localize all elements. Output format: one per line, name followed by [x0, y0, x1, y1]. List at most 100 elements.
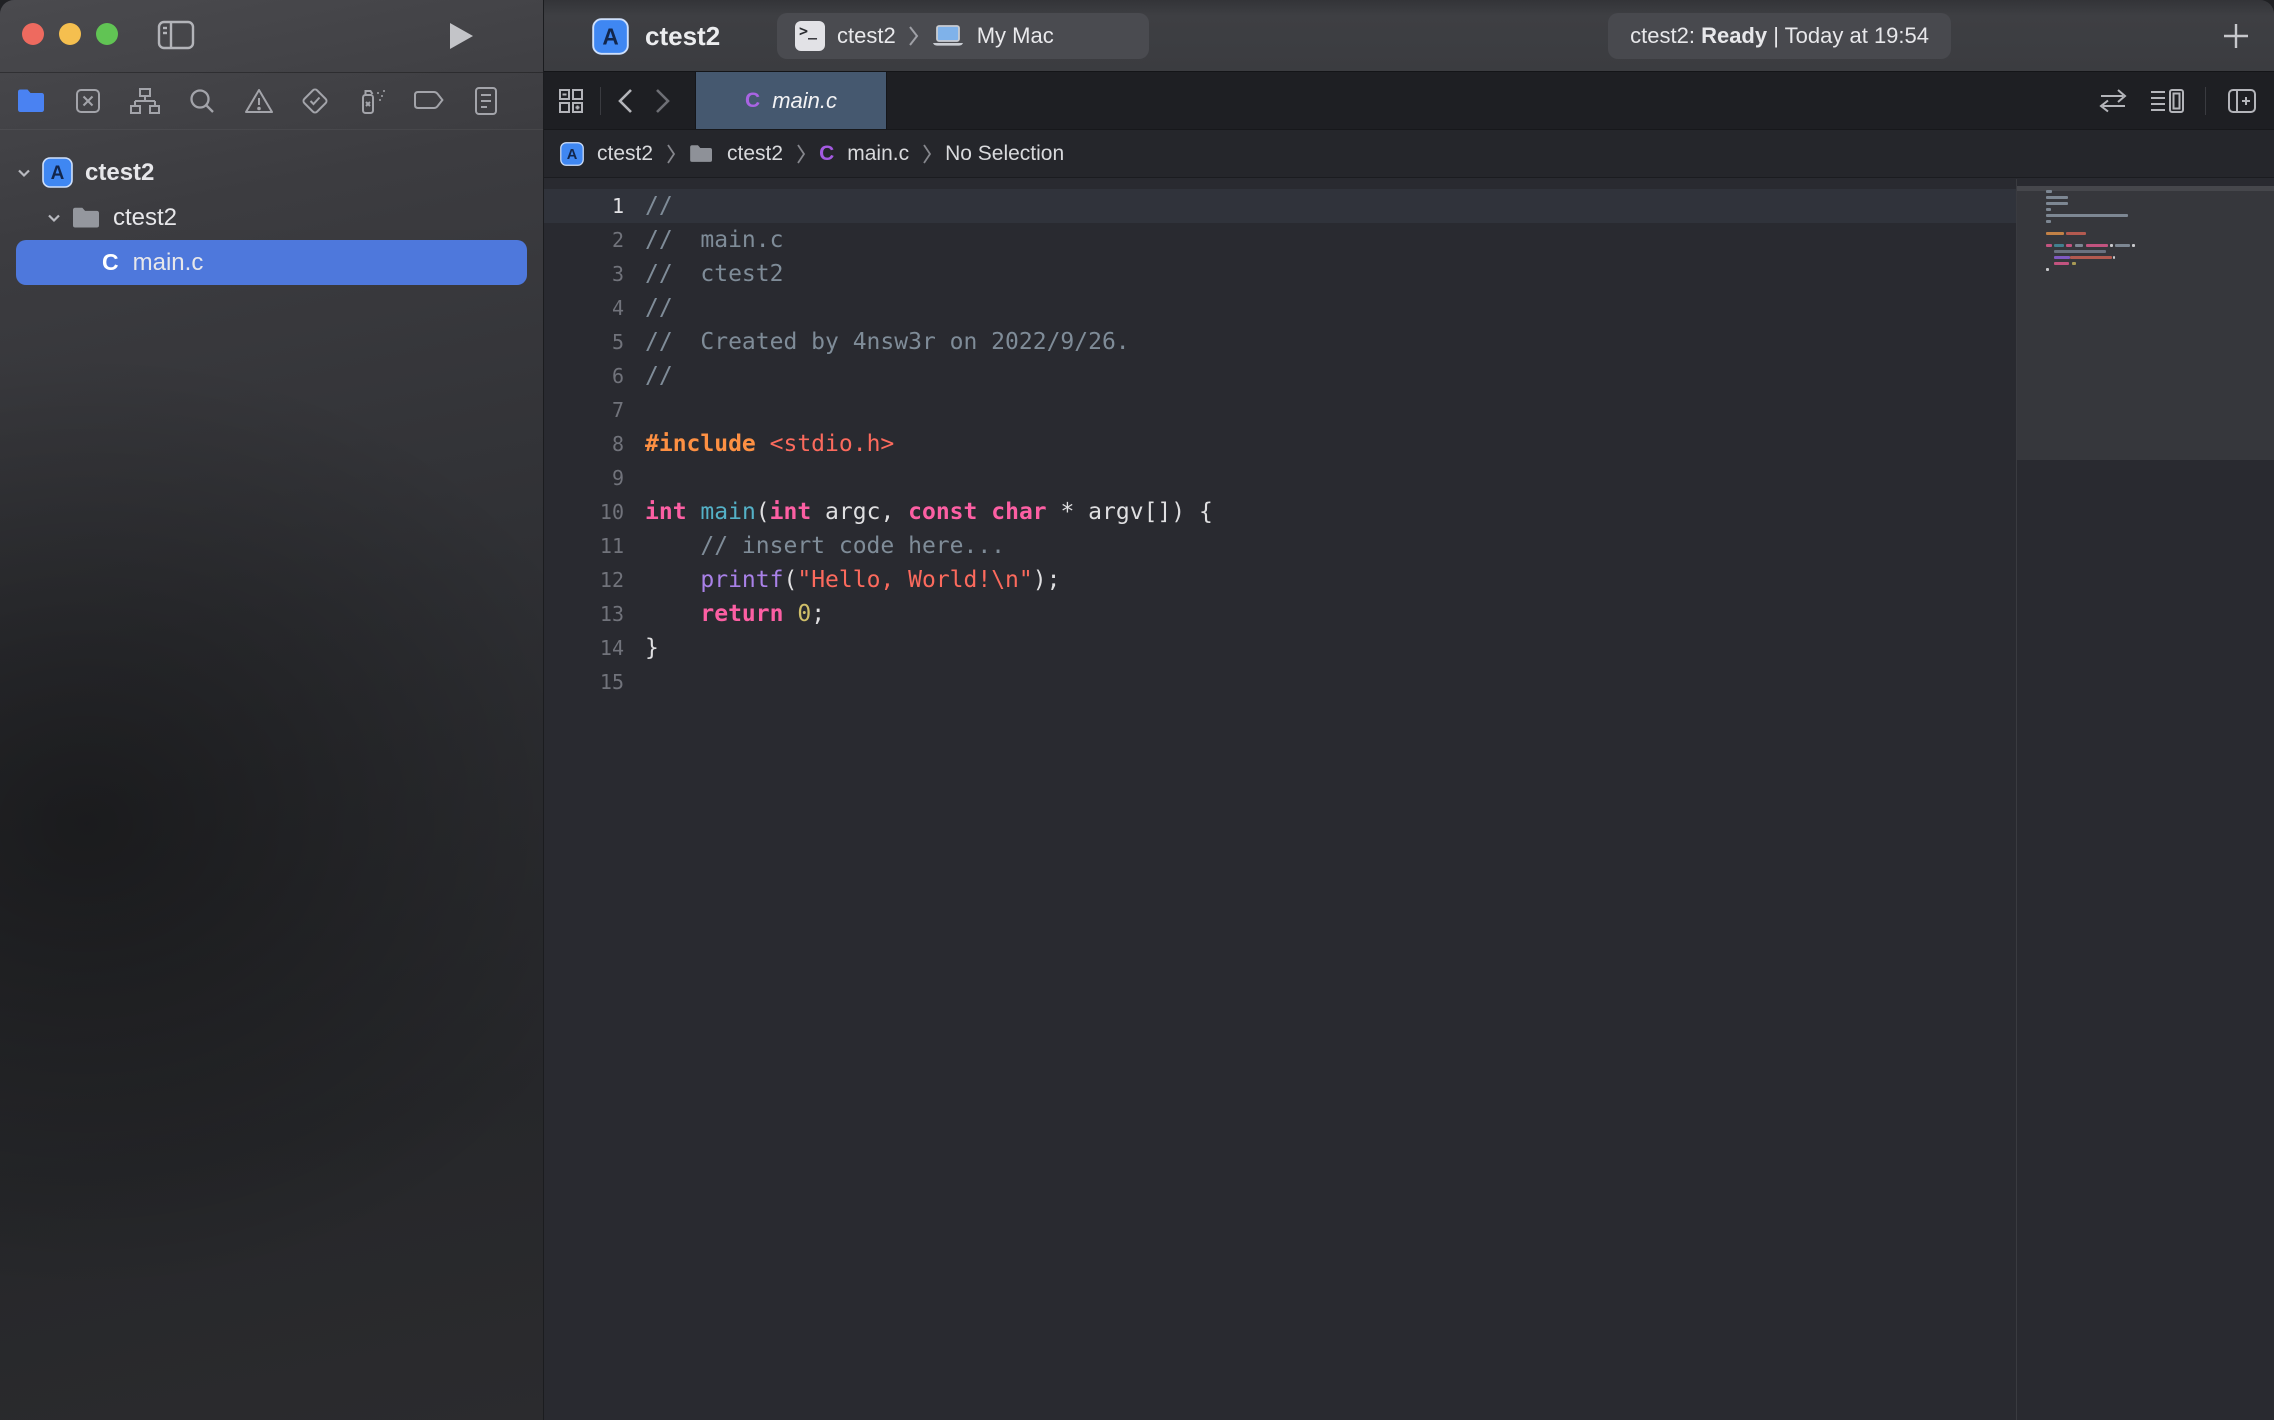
code-line: 5 // Created by 4nsw3r on 2022/9/26.	[544, 325, 2016, 359]
minimap-line-bar	[2115, 244, 2130, 247]
disclosure-chevron-icon[interactable]	[16, 165, 32, 181]
code-line: 1 //	[544, 189, 2016, 223]
code-line: 15	[544, 665, 2016, 699]
code-line: 12 printf("Hello, World!\n");	[544, 563, 2016, 597]
symbol-navigator-icon[interactable]	[128, 84, 162, 118]
jumpbar-selection[interactable]: No Selection	[945, 142, 1064, 166]
code-line: 7	[544, 393, 2016, 427]
tree-item-project-ctest2[interactable]: A ctest2	[0, 150, 543, 195]
forward-button-icon[interactable]	[651, 87, 673, 115]
minimap-viewport[interactable]	[2017, 186, 2274, 460]
line-number[interactable]: 8	[544, 432, 624, 456]
minimap-line-bar	[2054, 244, 2064, 247]
c-file-type-icon: C	[102, 249, 119, 276]
minimap-line-bar	[2046, 268, 2049, 271]
code-review-icon[interactable]	[2097, 88, 2129, 114]
minimap-line-bar	[2110, 244, 2113, 247]
add-button[interactable]	[2220, 20, 2252, 52]
code-text[interactable]: //	[645, 295, 673, 321]
tab-controls	[544, 72, 687, 129]
project-app-icon: A	[42, 157, 73, 188]
code-text[interactable]: printf("Hello, World!\n");	[645, 567, 1060, 593]
minimap-line-bar	[2072, 262, 2076, 265]
editor-options-icon[interactable]	[2149, 87, 2185, 115]
breakpoint-navigator-icon[interactable]	[412, 84, 446, 118]
tree-item-file-main-c[interactable]: C main.c	[16, 240, 527, 285]
status-state: Ready	[1701, 23, 1767, 49]
status-time: | Today at 19:54	[1767, 23, 1929, 49]
close-window-button[interactable]	[22, 23, 44, 45]
code-text[interactable]: int main(int argc, const char * argv[]) …	[645, 499, 1213, 525]
line-number[interactable]: 1	[544, 194, 624, 218]
line-number[interactable]: 12	[544, 568, 624, 592]
code-line: 6 //	[544, 359, 2016, 393]
code-line: 14}	[544, 631, 2016, 665]
minimap-line-bar	[2046, 220, 2051, 223]
code-lines[interactable]: 1 // 2 // main.c 3 // ctest2 4 // 5 // Created by…	[544, 179, 2016, 699]
project-app-icon: A	[592, 18, 629, 55]
minimap-line-bar	[2066, 232, 2086, 235]
chevron-right-icon	[666, 143, 676, 165]
back-button-icon[interactable]	[615, 87, 637, 115]
minimap-line-bar	[2075, 244, 2083, 247]
debug-navigator-icon[interactable]	[355, 84, 389, 118]
issue-navigator-icon[interactable]	[242, 84, 276, 118]
report-navigator-icon[interactable]	[469, 84, 503, 118]
code-text[interactable]: //	[645, 363, 673, 389]
line-number[interactable]: 13	[544, 602, 624, 626]
minimap-line-bar	[2054, 250, 2106, 253]
add-editor-icon[interactable]	[2226, 87, 2258, 115]
run-button[interactable]	[446, 20, 476, 52]
editor-toolbar-icons	[2097, 72, 2274, 130]
line-number[interactable]: 6	[544, 364, 624, 388]
line-number[interactable]: 2	[544, 228, 624, 252]
zoom-window-button[interactable]	[96, 23, 118, 45]
minimap-column[interactable]	[2017, 179, 2274, 1420]
code-line: 9	[544, 461, 2016, 495]
tab-main-c[interactable]: C main.c	[695, 72, 887, 129]
minimap-line-bar	[2054, 262, 2069, 265]
c-file-type-icon: C	[745, 89, 760, 113]
code-text[interactable]: #include <stdio.h>	[645, 431, 894, 457]
line-number[interactable]: 11	[544, 534, 624, 558]
scheme-selector[interactable]: >_ ctest2 My Mac	[777, 13, 1149, 59]
line-number[interactable]: 3	[544, 262, 624, 286]
line-number[interactable]: 10	[544, 500, 624, 524]
jumpbar-file[interactable]: main.c	[847, 142, 909, 166]
code-text[interactable]: //	[645, 193, 673, 219]
source-editor[interactable]: 1 // 2 // main.c 3 // ctest2 4 // 5 // Created by…	[544, 179, 2016, 1420]
project-navigator-folder-icon[interactable]	[14, 84, 48, 118]
line-number[interactable]: 15	[544, 670, 624, 694]
tree-item-group-ctest2[interactable]: ctest2	[0, 195, 543, 240]
code-text[interactable]: }	[645, 635, 659, 661]
run-destination[interactable]: My Mac	[977, 23, 1054, 49]
source-control-navigator-icon[interactable]	[71, 84, 105, 118]
minimize-window-button[interactable]	[59, 23, 81, 45]
project-app-icon: A	[560, 142, 584, 166]
navigator-sidebar: A ctest2 ctest2 C main.c	[0, 0, 543, 1420]
sidebar-toggle-icon[interactable]	[156, 17, 196, 53]
line-number[interactable]: 5	[544, 330, 624, 354]
code-text[interactable]: // Created by 4nsw3r on 2022/9/26.	[645, 329, 1130, 355]
code-text[interactable]: // main.c	[645, 227, 783, 253]
code-line: 3 // ctest2	[544, 257, 2016, 291]
line-number[interactable]: 4	[544, 296, 624, 320]
find-navigator-icon[interactable]	[185, 84, 219, 118]
code-text[interactable]: // insert code here...	[645, 533, 1005, 559]
code-line: 8 #include <stdio.h>	[544, 427, 2016, 461]
jumpbar-group[interactable]: ctest2	[727, 142, 783, 166]
line-number[interactable]: 14	[544, 636, 624, 660]
line-number[interactable]: 7	[544, 398, 624, 422]
jumpbar-project[interactable]: ctest2	[597, 142, 653, 166]
activity-status: ctest2: Ready | Today at 19:54	[1608, 13, 1951, 59]
related-items-icon[interactable]	[556, 86, 586, 116]
sidebar-divider[interactable]	[543, 0, 544, 1420]
code-text[interactable]: // ctest2	[645, 261, 783, 287]
test-navigator-icon[interactable]	[298, 84, 332, 118]
disclosure-chevron-icon[interactable]	[46, 210, 62, 226]
code-text[interactable]: return 0;	[645, 601, 825, 627]
chevron-right-icon	[908, 25, 919, 47]
scheme-name[interactable]: ctest2	[837, 23, 896, 49]
code-line: 10 int main(int argc, const char * argv[]…	[544, 495, 2016, 529]
line-number[interactable]: 9	[544, 466, 624, 490]
